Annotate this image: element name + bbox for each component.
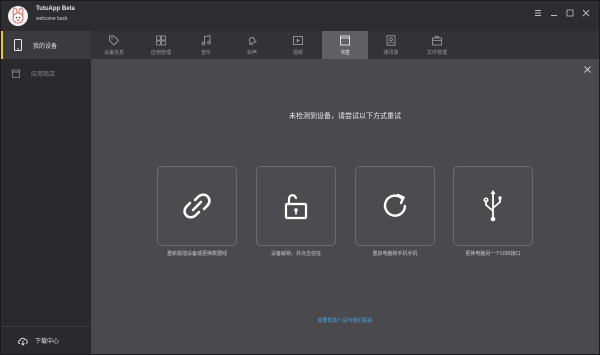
bell-icon xyxy=(248,37,258,46)
tab-app-management[interactable]: 应用管理 xyxy=(138,31,184,59)
sidebar-item-my-device[interactable]: 我的设备 xyxy=(1,31,91,59)
close-icon[interactable] xyxy=(581,9,591,19)
tab-label: 文件管理 xyxy=(426,50,447,56)
sidebar-item-label: 应用商店 xyxy=(31,71,56,78)
minimize-icon[interactable] xyxy=(549,9,559,19)
cloud-download-icon xyxy=(18,337,28,346)
main-panel: 未检测到设备，请尝试以下方式重试 重新拔插设备或更换数据线 设备解锁，并点击信任… xyxy=(91,59,599,354)
maximize-icon[interactable] xyxy=(565,9,575,19)
briefcase-icon xyxy=(432,36,442,46)
music-icon xyxy=(201,35,211,46)
tab-label: 视频 xyxy=(292,50,303,56)
download-center-button[interactable]: 下载中心 xyxy=(1,326,91,354)
apps-icon xyxy=(156,35,166,46)
title-bar: TutuApp Beta welcome back xyxy=(1,1,599,31)
tab-device-info[interactable]: 设备信息 xyxy=(91,31,137,59)
contacts-icon xyxy=(386,35,396,46)
app-window: TutuApp Beta welcome back 我的设备 应用商店 下载中心… xyxy=(0,0,600,355)
card-label: 重启电脑和手机手机 xyxy=(372,251,418,257)
bookmark-icon xyxy=(340,35,350,46)
unlock-icon xyxy=(284,194,308,220)
reconnect-cable-card[interactable] xyxy=(157,166,237,246)
download-center-label: 下载中心 xyxy=(35,339,60,345)
tab-ringtones[interactable]: 铃声 xyxy=(229,31,275,59)
tab-bar: 设备信息 应用管理 音乐 铃声 视频 书签 通讯录 文件管理 xyxy=(91,31,599,59)
tab-label: 应用管理 xyxy=(150,50,171,56)
app-subtitle: welcome back xyxy=(36,16,68,22)
tab-label: 通讯录 xyxy=(383,50,399,56)
tab-music[interactable]: 音乐 xyxy=(183,31,229,59)
change-usb-port-card[interactable] xyxy=(453,166,533,246)
tab-video[interactable]: 视频 xyxy=(275,31,321,59)
usb-icon xyxy=(483,190,502,222)
no-device-heading: 未检测到设备，请尝试以下方式重试 xyxy=(289,113,401,120)
card-label: 设备解锁，并点击信任 xyxy=(270,251,321,257)
unlock-trust-card[interactable] xyxy=(256,166,336,246)
window-controls xyxy=(533,9,591,19)
tag-icon xyxy=(109,35,120,46)
close-panel-icon[interactable] xyxy=(584,66,591,76)
menu-icon[interactable] xyxy=(533,9,543,19)
refresh-icon xyxy=(383,193,407,217)
app-title: TutuApp Beta xyxy=(36,6,75,12)
tab-label: 设备信息 xyxy=(103,50,124,56)
sidebar-item-label: 我的设备 xyxy=(33,43,58,50)
sidebar-item-app-store[interactable]: 应用商店 xyxy=(1,59,91,87)
tab-label: 铃声 xyxy=(246,50,257,56)
help-contact-link[interactable]: 需要帮助？请与我们联系 xyxy=(91,317,599,324)
tab-label: 音乐 xyxy=(200,50,211,56)
tab-file-management[interactable]: 文件管理 xyxy=(414,31,460,59)
tutuapp-logo-icon xyxy=(8,6,28,26)
phone-icon xyxy=(14,39,22,51)
tab-bookmarks[interactable]: 书签 xyxy=(322,31,368,59)
store-icon xyxy=(11,69,21,78)
card-label: 重新拔插设备或更换数据线 xyxy=(166,251,227,257)
sidebar: 我的设备 应用商店 下载中心 xyxy=(1,31,91,354)
video-icon xyxy=(293,36,303,45)
tab-label: 书签 xyxy=(339,50,350,56)
restart-card[interactable] xyxy=(355,166,435,246)
link-icon xyxy=(183,193,211,219)
tab-contacts[interactable]: 通讯录 xyxy=(368,31,414,59)
card-label: 更换电脑另一个USB接口 xyxy=(465,251,521,257)
